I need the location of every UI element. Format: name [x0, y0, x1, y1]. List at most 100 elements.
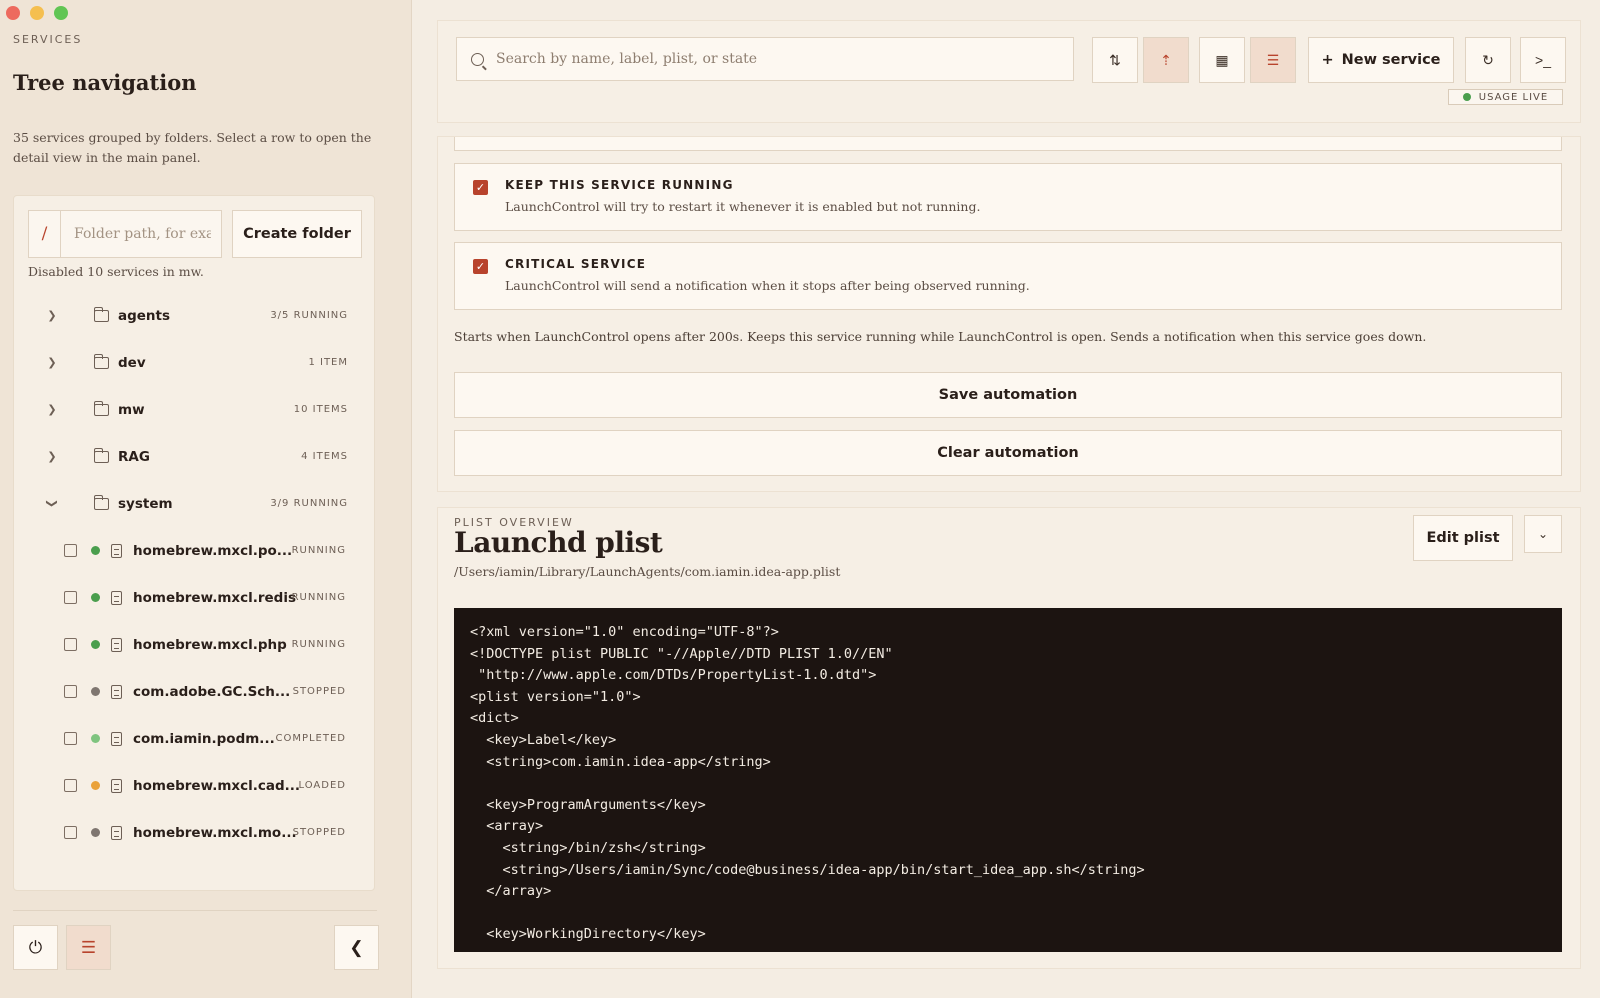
- folder-row-dev[interactable]: ❯ dev 1 ITEM: [14, 339, 374, 386]
- tree-view-button[interactable]: ☰: [66, 925, 111, 970]
- search-input[interactable]: [496, 51, 1056, 67]
- folder-icon: [93, 400, 109, 416]
- refresh-button[interactable]: ↻: [1465, 37, 1511, 83]
- folder-row-system[interactable]: ❯ system 3/9 RUNNING: [14, 480, 374, 527]
- sort-list-icon: ⇡: [1160, 51, 1172, 68]
- sort-tree-button[interactable]: ⇡: [1143, 37, 1189, 83]
- window-controls: [6, 6, 68, 20]
- zoom-window-button[interactable]: [54, 6, 68, 20]
- service-row[interactable]: homebrew.mxcl.redis RUNNING: [14, 574, 374, 621]
- status-dot: [91, 593, 100, 602]
- chevron-right-icon[interactable]: ❯: [46, 309, 58, 322]
- new-service-label: New service: [1341, 52, 1441, 68]
- folder-path-input[interactable]: [61, 226, 211, 242]
- keep-running-checkbox[interactable]: ✓: [473, 180, 488, 195]
- service-row[interactable]: homebrew.mxcl.mo... STOPPED: [14, 809, 374, 856]
- service-row[interactable]: homebrew.mxcl.po... RUNNING: [14, 527, 374, 574]
- terminal-button[interactable]: >_: [1520, 37, 1566, 83]
- disabled-note: Disabled 10 services in mw.: [28, 264, 204, 279]
- edit-plist-button[interactable]: Edit plist: [1413, 515, 1513, 561]
- folder-row-mw[interactable]: ❯ mw 10 ITEMS: [14, 386, 374, 433]
- new-service-button[interactable]: + New service: [1308, 37, 1454, 83]
- service-name: homebrew.mxcl.cad...: [133, 777, 301, 794]
- usage-live-badge: USAGE LIVE: [1448, 89, 1563, 105]
- search-icon: [471, 52, 484, 66]
- service-name: homebrew.mxcl.redis: [133, 589, 296, 606]
- status-dot: [91, 640, 100, 649]
- service-name: homebrew.mxcl.mo...: [133, 824, 297, 841]
- folder-row-rag[interactable]: ❯ RAG 4 ITEMS: [14, 433, 374, 480]
- toolbar: ⇅ ⇡ ▦ ☰ + New service ↻ >_ USAGE LIVE: [437, 20, 1581, 123]
- create-folder-button[interactable]: Create folder: [232, 210, 362, 258]
- folder-name: mw: [118, 401, 145, 418]
- folder-count: 1 ITEM: [308, 357, 348, 368]
- service-checkbox[interactable]: [64, 779, 77, 792]
- tree-icon: ☰: [80, 937, 97, 957]
- service-checkbox[interactable]: [64, 544, 77, 557]
- file-icon: [111, 543, 122, 558]
- status-dot: [91, 546, 100, 555]
- folder-icon: [93, 447, 109, 463]
- chevron-down-icon: ⌄: [1537, 527, 1549, 541]
- service-state: RUNNING: [291, 545, 346, 556]
- service-row[interactable]: com.adobe.GC.Sch... STOPPED: [14, 668, 374, 715]
- keep-running-option[interactable]: ✓ KEEP THIS SERVICE RUNNING LaunchContro…: [454, 163, 1562, 231]
- service-state: STOPPED: [292, 827, 346, 838]
- chevron-right-icon[interactable]: ❯: [46, 356, 58, 369]
- chevron-down-icon[interactable]: ❯: [46, 498, 59, 510]
- service-state: LOADED: [298, 780, 346, 791]
- minimize-window-button[interactable]: [30, 6, 44, 20]
- service-state: RUNNING: [291, 592, 346, 603]
- file-icon: [111, 778, 122, 793]
- option-title: KEEP THIS SERVICE RUNNING: [505, 178, 734, 192]
- service-checkbox[interactable]: [64, 591, 77, 604]
- close-window-button[interactable]: [6, 6, 20, 20]
- power-icon: ⏻: [28, 937, 43, 957]
- file-icon: [111, 590, 122, 605]
- status-dot: [91, 828, 100, 837]
- critical-service-checkbox[interactable]: ✓: [473, 259, 488, 274]
- service-checkbox[interactable]: [64, 685, 77, 698]
- service-name: homebrew.mxcl.po...: [133, 542, 293, 559]
- create-folder-form: / Create folder: [28, 210, 362, 258]
- live-dot: [1462, 93, 1471, 101]
- service-row[interactable]: homebrew.mxcl.php RUNNING: [14, 621, 374, 668]
- power-button[interactable]: ⏻: [13, 925, 58, 970]
- terminal-icon: >_: [1535, 52, 1551, 68]
- service-name: com.adobe.GC.Sch...: [133, 683, 291, 700]
- service-checkbox[interactable]: [64, 732, 77, 745]
- sidebar-title: Tree navigation: [13, 70, 197, 95]
- plist-options-button[interactable]: ⌄: [1524, 515, 1562, 553]
- sort-direction-button[interactable]: ⇅: [1092, 37, 1138, 83]
- chevron-right-icon[interactable]: ❯: [46, 403, 58, 416]
- plist-path: /Users/iamin/Library/LaunchAgents/com.ia…: [454, 564, 841, 579]
- tree-card: / Create folder Disabled 10 services in …: [13, 195, 375, 891]
- service-checkbox[interactable]: [64, 638, 77, 651]
- status-dot: [91, 734, 100, 743]
- grid-view-button[interactable]: ▦: [1199, 37, 1245, 83]
- option-title: CRITICAL SERVICE: [505, 257, 647, 271]
- collapse-sidebar-button[interactable]: ❮: [334, 925, 379, 970]
- clear-automation-button[interactable]: Clear automation: [454, 430, 1562, 476]
- folder-icon: [93, 306, 109, 322]
- folder-icon: [93, 353, 109, 369]
- sidebar: SERVICES Tree navigation 35 services gro…: [0, 0, 412, 998]
- tree-view-toggle-button[interactable]: ☰: [1250, 37, 1296, 83]
- refresh-icon: ↻: [1482, 51, 1494, 68]
- folder-path-prefix: /: [29, 211, 61, 257]
- save-automation-button[interactable]: Save automation: [454, 372, 1562, 418]
- folder-row-agents[interactable]: ❯ agents 3/5 RUNNING: [14, 292, 374, 339]
- service-state: COMPLETED: [275, 733, 346, 744]
- tree-icon: ☰: [1266, 51, 1280, 68]
- chevron-right-icon[interactable]: ❯: [46, 450, 58, 463]
- folder-name: agents: [118, 307, 171, 324]
- service-name: homebrew.mxcl.php: [133, 636, 287, 653]
- plist-overview: PLIST OVERVIEW Launchd plist /Users/iami…: [437, 507, 1581, 969]
- service-row[interactable]: homebrew.mxcl.cad... LOADED: [14, 762, 374, 809]
- service-row[interactable]: com.iamin.podm... COMPLETED: [14, 715, 374, 762]
- automation-panel: ✓ KEEP THIS SERVICE RUNNING LaunchContro…: [437, 136, 1581, 492]
- service-checkbox[interactable]: [64, 826, 77, 839]
- option-description: LaunchControl will try to restart it whe…: [505, 199, 981, 214]
- critical-service-option[interactable]: ✓ CRITICAL SERVICE LaunchControl will se…: [454, 242, 1562, 310]
- sidebar-description: 35 services grouped by folders. Select a…: [13, 130, 372, 165]
